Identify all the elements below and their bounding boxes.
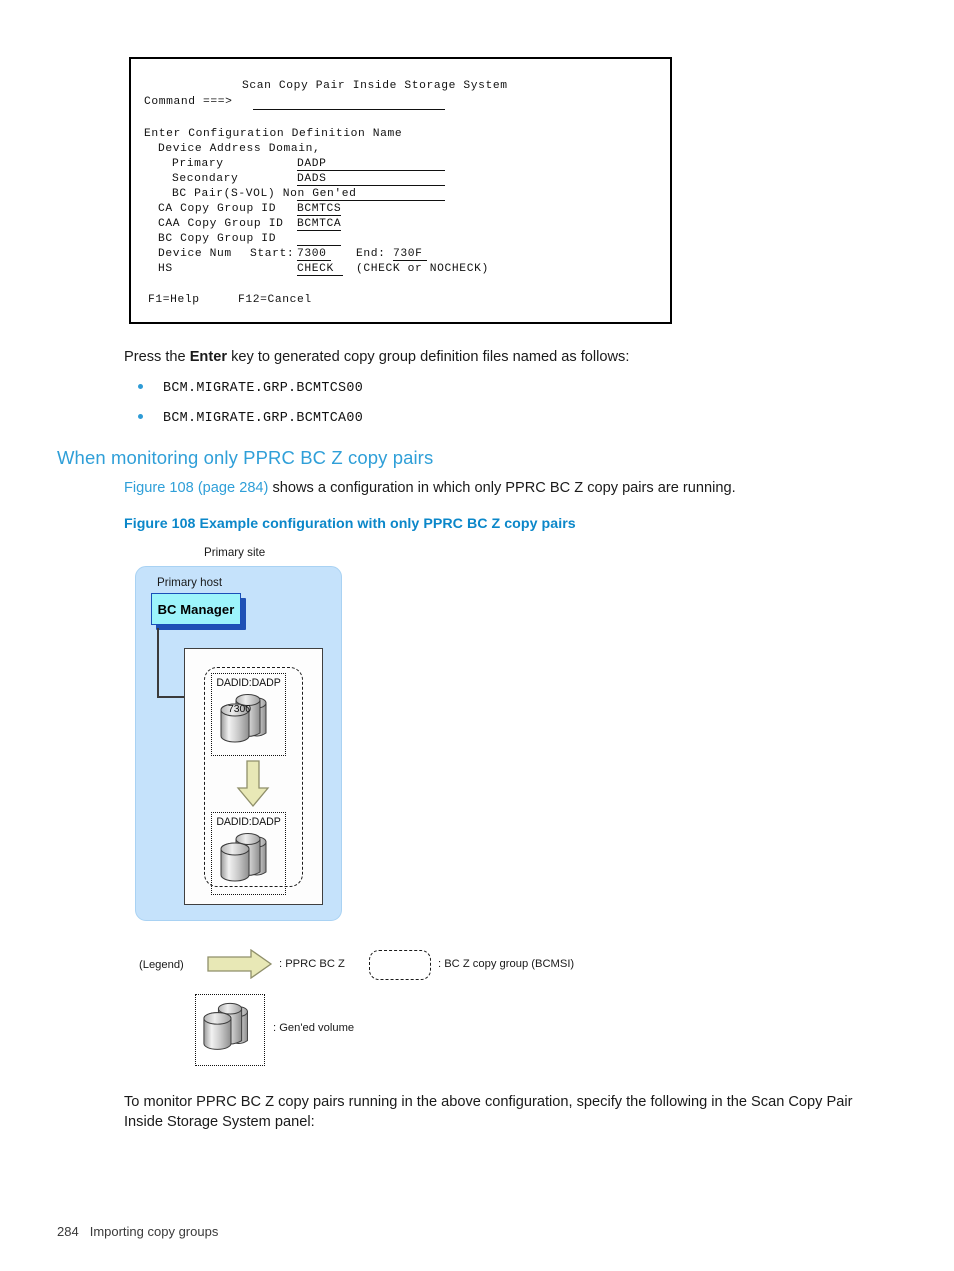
legend-copygroup-text: : BC Z copy group (BCMSI) (438, 958, 575, 970)
figure-reference-paragraph: Figure 108 (page 284) shows a configurat… (124, 478, 864, 498)
primary-label: Primary (172, 158, 224, 170)
secondary-underline (297, 185, 445, 186)
legend-volume-icon-box (195, 994, 265, 1066)
figure-reference-rest: shows a configuration in which only PPRC… (268, 480, 736, 496)
caa-copy-group-label: CAA Copy Group ID (158, 218, 284, 230)
figure-caption: Figure 108 Example configuration with on… (124, 516, 576, 532)
bc-pair-nongen-underline (297, 200, 445, 201)
primary-underline (297, 170, 445, 171)
page-footer: 284 Importing copy groups (57, 1224, 218, 1239)
enter-key-emphasis: Enter (189, 349, 228, 365)
end-underline (393, 260, 427, 261)
start-label: Start: (250, 248, 295, 260)
intro-after: key to generated copy group definition f… (227, 349, 630, 365)
bullet-marker (138, 414, 143, 419)
volume-cylinder-stack-icon (218, 693, 280, 751)
list-item: BCM.MIGRATE.GRP.BCMTCA00 (163, 411, 364, 426)
legend-pprc-arrow-icon (207, 948, 273, 980)
config-definition-heading: Enter Configuration Definition Name (144, 128, 403, 140)
terminal-panel: Scan Copy Pair Inside Storage System Com… (129, 57, 672, 324)
footer-section-title: Importing copy groups (89, 1224, 219, 1239)
bullet-marker (138, 384, 143, 389)
volume-device-number: 7300 (227, 704, 252, 715)
legend-copygroup-icon (369, 950, 431, 980)
connector-line-vertical (157, 628, 159, 698)
figure-108-diagram: Primary site Primary host BC Manager DAD… (131, 546, 586, 1071)
bc-manager-label: BC Manager (157, 601, 235, 617)
command-input-underline (253, 109, 445, 110)
terminal-screen: Scan Copy Pair Inside Storage System Com… (131, 59, 670, 322)
legend-title: (Legend) (139, 959, 184, 971)
ca-copy-group-label: CA Copy Group ID (158, 203, 277, 215)
bc-manager-box: BC Manager (151, 593, 241, 625)
f1-help-key[interactable]: F1=Help (148, 293, 200, 308)
gened-volume-group-secondary: DADID:DADP (211, 812, 286, 895)
device-num-label: Device Num (158, 248, 232, 260)
caa-copy-group-underline (297, 230, 341, 231)
command-label: Command ===> (144, 96, 233, 108)
primary-host-label: Primary host (157, 576, 223, 589)
secondary-label: Secondary (172, 173, 239, 185)
gened-volume-group-primary: DADID:DADP 7300 (211, 673, 286, 756)
legend-volume-text: : Gen'ed volume (273, 1022, 355, 1034)
ca-copy-group-underline (297, 215, 341, 216)
footer-page-number: 284 (57, 1224, 79, 1239)
figure-108-link[interactable]: Figure 108 (page 284) (124, 480, 268, 496)
end-label: End: (356, 248, 386, 260)
f12-cancel-key[interactable]: F12=Cancel (238, 293, 312, 308)
bc-copy-group-label: BC Copy Group ID (158, 233, 277, 245)
volume-dadid-label: DADID:DADP (216, 677, 281, 689)
start-underline (297, 260, 331, 261)
primary-site-label: Primary site (204, 546, 266, 559)
volume-dadid-label: DADID:DADP (216, 816, 281, 828)
list-item: BCM.MIGRATE.GRP.BCMTCS00 (163, 381, 364, 396)
hs-underline (297, 275, 343, 276)
intro-paragraph: Press the Enter key to generated copy gr… (124, 347, 864, 367)
terminal-title: Scan Copy Pair Inside Storage System (242, 80, 508, 92)
figure-legend: (Legend) : PPRC BC Z : BC Z copy group (… (131, 941, 586, 1066)
closing-paragraph: To monitor PPRC BC Z copy pairs running … (124, 1094, 853, 1130)
bc-copy-group-underline (297, 245, 341, 246)
pprc-bc-z-arrow-icon (236, 760, 270, 808)
legend-volume-cylinder-icon (201, 1001, 261, 1059)
intro-before: Press the (124, 349, 190, 365)
volume-cylinder-stack-icon (218, 832, 280, 890)
device-address-domain-label: Device Address Domain, (158, 143, 321, 155)
hs-hint: (CHECK or NOCHECK) (356, 263, 489, 275)
hs-label: HS (158, 263, 173, 275)
connector-line-horizontal (157, 696, 185, 698)
section-heading: When monitoring only PPRC BC Z copy pair… (57, 447, 434, 468)
legend-pprc-text: : PPRC BC Z (279, 958, 345, 970)
